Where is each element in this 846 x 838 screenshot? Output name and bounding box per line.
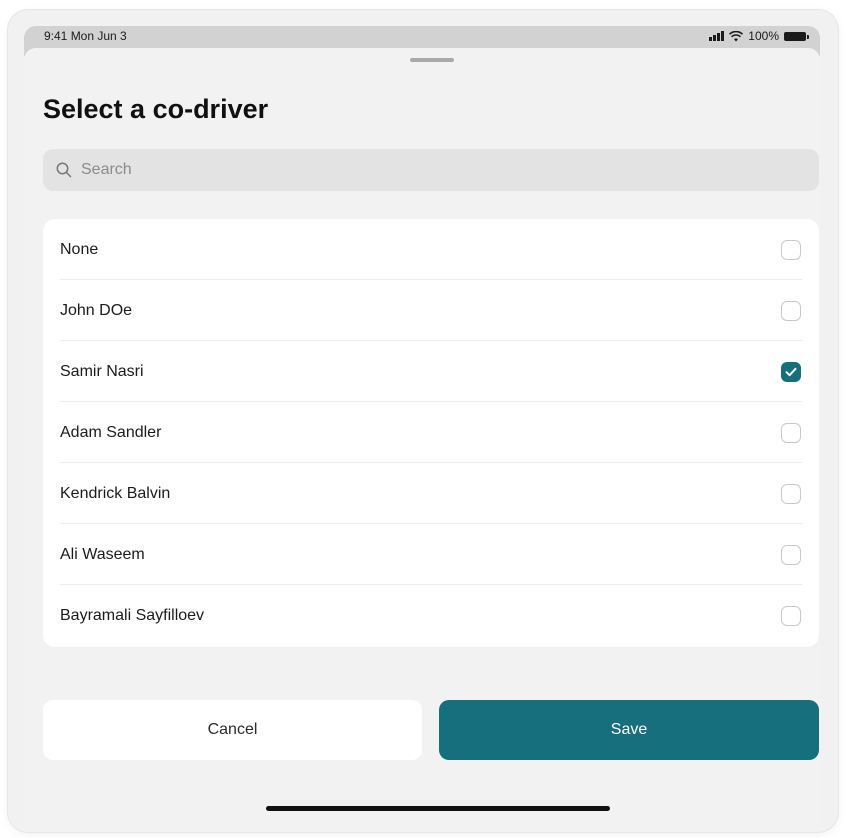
- search-bar[interactable]: [43, 149, 819, 191]
- driver-checkbox[interactable]: [781, 361, 801, 382]
- driver-name: John DOe: [60, 301, 133, 319]
- driver-row-1[interactable]: John DOe: [43, 280, 819, 341]
- driver-row-5[interactable]: Ali Waseem: [43, 524, 819, 585]
- search-input[interactable]: [79, 160, 783, 180]
- driver-checkbox[interactable]: [781, 605, 801, 626]
- cancel-button[interactable]: Cancel: [43, 700, 422, 760]
- status-time: 9:41 Mon Jun 3: [44, 29, 127, 43]
- sheet-grabber-handle[interactable]: [410, 58, 454, 62]
- wifi-icon: [729, 30, 744, 41]
- driver-name: Kendrick Balvin: [60, 484, 171, 502]
- driver-row-0[interactable]: None: [43, 219, 819, 280]
- checkmark-icon: [785, 367, 797, 376]
- driver-name: Adam Sandler: [60, 423, 162, 441]
- tablet-frame: 9:41 Mon Jun 3 100% Select a co-driver S…: [8, 10, 838, 832]
- driver-row-4[interactable]: Kendrick Balvin: [43, 463, 819, 524]
- driver-row-3[interactable]: Adam Sandler: [43, 402, 819, 463]
- driver-checkbox[interactable]: [781, 544, 801, 565]
- battery-icon: [784, 31, 809, 41]
- driver-name: Samir Nasri: [60, 362, 144, 380]
- co-driver-sheet: Select a co-driver None John DOe: [24, 48, 820, 832]
- battery-percentage: 100%: [748, 29, 779, 43]
- save-button[interactable]: Save: [439, 700, 819, 760]
- driver-list: None John DOe Samir Nasri Adam Sandler K…: [43, 219, 819, 647]
- driver-name: None: [60, 240, 99, 258]
- cellular-signal-icon: [709, 31, 725, 41]
- driver-name: Ali Waseem: [60, 545, 145, 563]
- driver-checkbox[interactable]: [781, 422, 801, 443]
- driver-checkbox[interactable]: [781, 300, 801, 321]
- search-icon: [56, 162, 72, 178]
- driver-row-2[interactable]: Samir Nasri: [43, 341, 819, 402]
- driver-checkbox[interactable]: [781, 483, 801, 504]
- home-indicator: [266, 806, 610, 811]
- driver-row-6[interactable]: Bayramali Sayfilloev: [43, 585, 819, 646]
- driver-checkbox[interactable]: [781, 239, 801, 260]
- driver-name: Bayramali Sayfilloev: [60, 606, 205, 624]
- status-indicators: 100%: [709, 29, 809, 43]
- page-title: Select a co-driver: [43, 94, 269, 124]
